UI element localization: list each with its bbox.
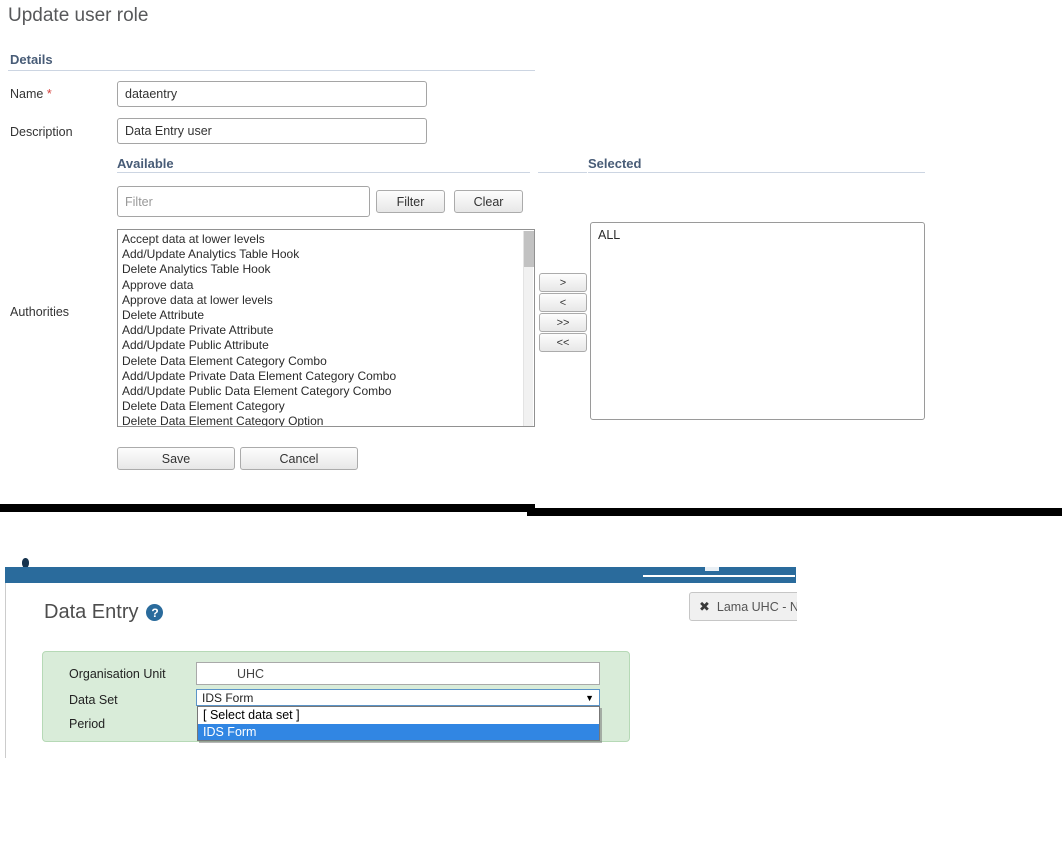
- required-asterisk: *: [47, 87, 52, 101]
- screenshot-stage: Update user role Details Name * Descript…: [0, 0, 1062, 859]
- org-unit-badge-label: Lama UHC - No: [717, 600, 797, 614]
- available-authorities-list[interactable]: Accept data at lower levels Add/Update A…: [117, 229, 535, 427]
- dropdown-option-highlighted[interactable]: IDS Form: [198, 724, 599, 740]
- middle-divider: [538, 172, 587, 173]
- move-selected-left-button[interactable]: <: [539, 293, 587, 312]
- content-left-border: [5, 583, 6, 758]
- data-set-dropdown-list: [ Select data set ] IDS Form: [197, 706, 600, 741]
- description-label: Description: [10, 125, 73, 139]
- list-item[interactable]: Approve data at lower levels: [122, 293, 520, 308]
- list-item[interactable]: Delete Data Element Category Option: [122, 414, 520, 427]
- list-item[interactable]: Add/Update Private Attribute: [122, 323, 520, 338]
- available-divider: [117, 172, 530, 173]
- data-entry-title: Data Entry ?: [44, 601, 163, 624]
- dropdown-arrow-icon: ▼: [585, 693, 594, 703]
- cancel-button[interactable]: Cancel: [240, 447, 358, 470]
- list-item[interactable]: Delete Data Element Category: [122, 399, 520, 414]
- data-set-select[interactable]: IDS Form ▼: [196, 689, 600, 706]
- move-selected-right-button[interactable]: >: [539, 273, 587, 292]
- move-all-right-button[interactable]: >>: [539, 313, 587, 332]
- list-item[interactable]: ALL: [598, 228, 917, 242]
- details-section-header: Details: [10, 52, 53, 67]
- description-input[interactable]: [117, 118, 427, 144]
- data-entry-screen: Data Entry ? ✖ Lama UHC - No Organisatio…: [0, 540, 797, 859]
- page-title: Update user role: [8, 5, 148, 27]
- scrollbar-thumb[interactable]: [524, 231, 534, 267]
- save-button[interactable]: Save: [117, 447, 235, 470]
- list-item[interactable]: Approve data: [122, 278, 520, 293]
- list-item[interactable]: Add/Update Public Data Element Category …: [122, 384, 520, 399]
- name-label: Name *: [10, 87, 52, 101]
- filter-input[interactable]: [117, 186, 370, 217]
- data-set-selected-value: IDS Form: [202, 691, 253, 705]
- authorities-label: Authorities: [10, 305, 69, 319]
- selected-header: Selected: [588, 156, 641, 171]
- organisation-unit-label: Organisation Unit: [69, 667, 166, 681]
- period-label: Period: [69, 717, 105, 731]
- list-item[interactable]: Add/Update Public Attribute: [122, 338, 520, 353]
- list-item[interactable]: Delete Analytics Table Hook: [122, 262, 520, 277]
- menu-item-underline: [643, 575, 795, 577]
- name-input[interactable]: [117, 81, 427, 107]
- data-entry-selection-panel: Organisation Unit Data Set IDS Form ▼ Pe…: [42, 651, 630, 742]
- list-item[interactable]: Delete Data Element Category Combo: [122, 354, 520, 369]
- move-all-left-button[interactable]: <<: [539, 333, 587, 352]
- data-set-label: Data Set: [69, 693, 118, 707]
- org-unit-badge[interactable]: ✖ Lama UHC - No: [689, 592, 797, 621]
- organisation-unit-field[interactable]: [196, 662, 600, 685]
- filter-button[interactable]: Filter: [376, 190, 445, 213]
- clear-button[interactable]: Clear: [454, 190, 523, 213]
- app-header-bar: [5, 567, 796, 583]
- help-icon[interactable]: ?: [146, 604, 163, 621]
- screenshot-divider-right: [527, 508, 1062, 516]
- screenshot-divider-left: [0, 504, 535, 512]
- selected-divider: [588, 172, 925, 173]
- cropped-menu-text-artifact: [705, 567, 719, 571]
- list-item[interactable]: Delete Attribute: [122, 308, 520, 323]
- list-item[interactable]: Add/Update Analytics Table Hook: [122, 247, 520, 262]
- available-header: Available: [117, 156, 174, 171]
- selected-authorities-list[interactable]: ALL: [590, 222, 925, 420]
- dropdown-option[interactable]: [ Select data set ]: [198, 707, 599, 724]
- list-item[interactable]: Accept data at lower levels: [122, 232, 520, 247]
- close-icon[interactable]: ✖: [699, 600, 710, 613]
- scrollbar-track[interactable]: [523, 231, 533, 427]
- details-divider: [8, 70, 535, 71]
- list-item[interactable]: Add/Update Private Data Element Category…: [122, 369, 520, 384]
